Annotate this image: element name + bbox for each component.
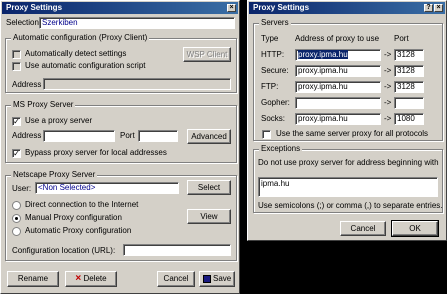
auto-address-field[interactable]	[43, 78, 231, 90]
left-title-bar: Proxy Settings ×	[2, 2, 238, 14]
save-button[interactable]: Save	[199, 271, 235, 287]
rename-button[interactable]: Rename	[7, 271, 59, 287]
delete-button[interactable]: × Delete	[65, 271, 117, 287]
selection-label: Selection	[6, 18, 39, 27]
server-address-field[interactable]: proxy.ipma.hu	[295, 49, 381, 61]
right-window-title: Proxy Settings	[253, 3, 310, 12]
port-column-header: Port	[394, 34, 409, 43]
auto-script-label: Use automatic configuration script	[25, 61, 146, 70]
right-title-bar: Proxy Settings ? ×	[249, 2, 445, 14]
server-type-label: Secure:	[261, 66, 289, 75]
auto-proxy-config-label: Automatic Proxy configuration	[25, 226, 132, 235]
manual-config-label: Manual Proxy configuration	[25, 213, 122, 222]
servers-group-label: Servers	[259, 18, 291, 27]
server-port-field[interactable]	[394, 97, 424, 109]
auto-address-label: Address	[12, 80, 42, 89]
right-close-button[interactable]: ×	[434, 4, 443, 12]
cancel-button-right[interactable]: Cancel	[340, 221, 386, 236]
server-port-field[interactable]: 1080	[394, 113, 424, 125]
direct-connection-radio[interactable]	[12, 201, 21, 210]
direct-connection-label: Direct connection to the Internet	[25, 200, 139, 209]
arrow-label: ->	[384, 114, 392, 123]
ok-button[interactable]: OK	[391, 220, 439, 237]
proxy-settings-window-right: Proxy Settings ? × Servers Type Address …	[247, 0, 447, 241]
left-close-button[interactable]: ×	[227, 4, 236, 12]
address-column-header: Address of proxy to use	[295, 34, 380, 43]
same-server-checkbox[interactable]	[262, 130, 271, 139]
bypass-local-label: Bypass proxy server for local addresses	[25, 148, 167, 157]
same-server-label: Use the same server proxy for all protoc…	[276, 129, 429, 138]
exceptions-group-label: Exceptions	[259, 144, 303, 153]
server-address-field[interactable]	[295, 97, 381, 109]
server-type-label: Gopher:	[261, 98, 290, 107]
conf-location-field[interactable]	[123, 244, 231, 256]
auto-detect-label: Automatically detect settings	[25, 49, 127, 58]
arrow-label: ->	[384, 82, 392, 91]
ms-proxy-group-label: MS Proxy Server	[11, 100, 76, 109]
user-field[interactable]: <Non Selected>	[35, 182, 179, 194]
left-window-title: Proxy Settings	[6, 3, 63, 12]
server-port-field[interactable]: 3128	[394, 81, 424, 93]
user-label: User:	[12, 184, 32, 193]
exceptions-description: Do not use proxy server for address begi…	[258, 158, 439, 167]
view-button[interactable]: View	[187, 209, 231, 224]
delete-label: Delete	[83, 274, 107, 283]
selection-field[interactable]: Szerkiben	[39, 17, 235, 29]
auto-script-checkbox[interactable]	[12, 62, 21, 71]
arrow-label: ->	[384, 66, 392, 75]
server-address-field[interactable]: proxy.ipma.hu	[295, 65, 381, 77]
save-label: Save	[213, 274, 232, 283]
type-column-header: Type	[261, 34, 279, 43]
use-proxy-checkbox[interactable]: ✓	[12, 117, 21, 126]
exceptions-textarea[interactable]: ipma.hu	[258, 177, 438, 197]
cancel-button-left[interactable]: Cancel	[157, 271, 195, 287]
arrow-label: ->	[384, 98, 392, 107]
server-type-label: FTP:	[261, 82, 279, 91]
auto-config-group-label: Automatic configuration (Proxy Client)	[11, 33, 150, 42]
server-type-label: HTTP:	[261, 50, 285, 59]
proxy-settings-window-left: Proxy Settings × Selection Szerkiben Aut…	[0, 0, 240, 294]
arrow-label: ->	[384, 50, 392, 59]
conf-location-label: Configuration location (URL):	[12, 246, 116, 255]
ms-address-field[interactable]	[43, 130, 115, 142]
ms-address-label: Address	[12, 131, 42, 140]
manual-config-radio[interactable]	[12, 214, 21, 223]
select-button[interactable]: Select	[187, 180, 231, 195]
wsp-client-button[interactable]: WSP Client	[183, 47, 231, 62]
save-icon	[202, 274, 211, 283]
auto-proxy-config-radio[interactable]	[12, 227, 21, 236]
server-address-field[interactable]: proxy.ipma.hu	[295, 81, 381, 93]
server-port-field[interactable]: 3128	[394, 65, 424, 77]
bypass-local-checkbox[interactable]: ✓	[12, 149, 21, 158]
auto-detect-checkbox[interactable]	[12, 50, 21, 59]
server-address-field[interactable]: proxy.ipma.hu	[295, 113, 381, 125]
delete-icon: ×	[75, 273, 82, 284]
server-type-label: Socks:	[261, 114, 286, 123]
ms-port-field[interactable]	[138, 130, 178, 142]
use-proxy-label: Use a proxy server	[25, 116, 93, 125]
server-port-field[interactable]: 3128	[394, 49, 424, 61]
netscape-proxy-group-label: Netscape Proxy Server	[11, 170, 98, 179]
exceptions-hint: Use semicolons (;) or comma (,) to separ…	[258, 201, 443, 210]
help-button[interactable]: ?	[424, 4, 433, 12]
ms-port-label: Port	[120, 131, 135, 140]
advanced-button[interactable]: Advanced	[187, 129, 231, 144]
